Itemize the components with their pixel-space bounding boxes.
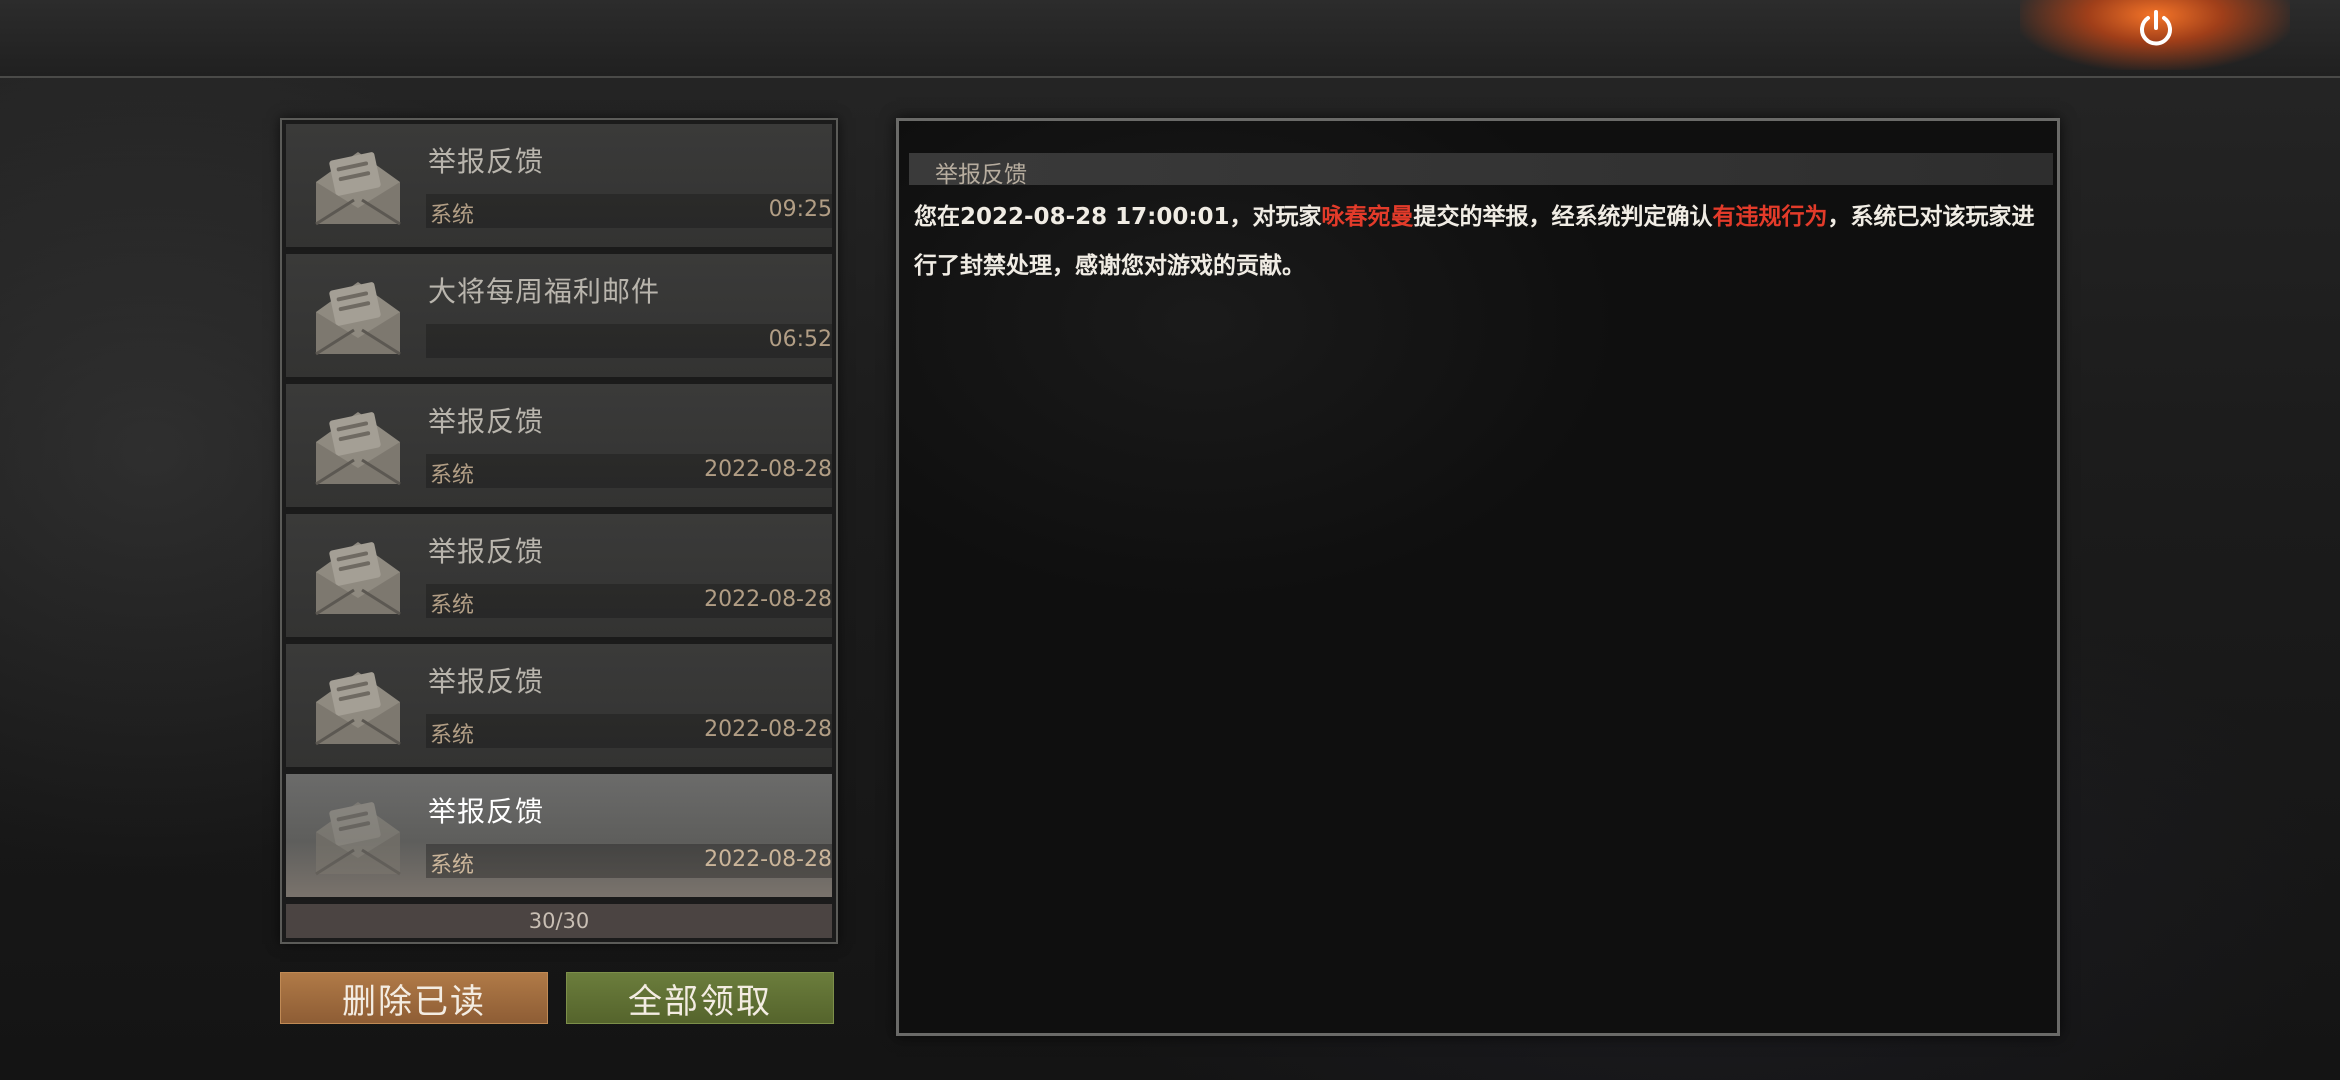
mail-content-body: 您在2022-08-28 17:00:01，对玩家咏春宛曼提交的举报，经系统判定… — [914, 193, 2050, 291]
mail-title: 举报反馈 — [428, 535, 545, 568]
mail-time: 06:52 — [768, 327, 832, 352]
mail-sender: 系统 — [430, 723, 475, 748]
mail-count: 30/30 — [286, 904, 832, 938]
mail-content-header: 举报反馈 — [909, 153, 2053, 188]
open-envelope-icon — [310, 268, 406, 364]
power-icon — [2140, 10, 2172, 46]
mail-meta-bar: 06:52 — [426, 324, 832, 358]
mail-title: 举报反馈 — [428, 405, 545, 438]
body-text-part1: 您在2022-08-28 17:00:01，对玩家 — [914, 204, 1322, 230]
open-envelope-icon — [310, 398, 406, 494]
mail-meta-bar: 系统 2022-08-28 — [426, 454, 832, 488]
mail-title: 举报反馈 — [428, 665, 545, 698]
mail-item-selected[interactable]: 举报反馈 系统 2022-08-28 — [286, 774, 832, 900]
open-envelope-icon — [310, 138, 406, 234]
top-bar — [0, 0, 2340, 78]
mail-time: 2022-08-28 — [704, 847, 832, 872]
open-envelope-icon — [310, 788, 406, 884]
mail-sender: 系统 — [430, 463, 475, 488]
reported-player-name[interactable]: 咏春宛曼 — [1322, 204, 1414, 230]
claim-all-button[interactable]: 全部领取 — [566, 972, 834, 1024]
mail-sender: 系统 — [430, 853, 475, 878]
mail-time: 2022-08-28 — [704, 717, 832, 742]
mail-meta-bar: 系统 2022-08-28 — [426, 844, 832, 878]
mail-content-title: 举报反馈 — [935, 162, 1027, 188]
mail-item[interactable]: 举报反馈 系统 09:25 — [286, 124, 832, 250]
open-envelope-icon — [310, 528, 406, 624]
mail-content-panel: 举报反馈 您在2022-08-28 17:00:01，对玩家咏春宛曼提交的举报，… — [896, 118, 2060, 1036]
mail-title: 举报反馈 — [428, 795, 545, 828]
body-text-part2: 提交的举报，经系统判定确认 — [1413, 204, 1713, 230]
open-envelope-icon — [310, 658, 406, 754]
mail-time: 09:25 — [768, 197, 832, 222]
mail-time: 2022-08-28 — [704, 587, 832, 612]
mail-time: 2022-08-28 — [704, 457, 832, 482]
mail-item[interactable]: 举报反馈 系统 2022-08-28 — [286, 644, 832, 770]
mail-sender: 系统 — [430, 593, 475, 618]
mail-title: 举报反馈 — [428, 145, 545, 178]
mail-list-panel: 举报反馈 系统 09:25 大将每周福利邮件 06:52 举报反馈 系统 202… — [280, 118, 838, 944]
delete-read-button[interactable]: 删除已读 — [280, 972, 548, 1024]
power-button[interactable] — [2128, 0, 2184, 56]
mail-item[interactable]: 大将每周福利邮件 06:52 — [286, 254, 832, 380]
mail-sender: 系统 — [430, 203, 475, 228]
mail-meta-bar: 系统 2022-08-28 — [426, 584, 832, 618]
mail-meta-bar: 系统 2022-08-28 — [426, 714, 832, 748]
verdict-text: 有违规行为 — [1712, 204, 1828, 230]
mail-title: 大将每周福利邮件 — [428, 275, 661, 308]
mail-meta-bar: 系统 09:25 — [426, 194, 832, 228]
mail-item[interactable]: 举报反馈 系统 2022-08-28 — [286, 384, 832, 510]
mail-item[interactable]: 举报反馈 系统 2022-08-28 — [286, 514, 832, 640]
